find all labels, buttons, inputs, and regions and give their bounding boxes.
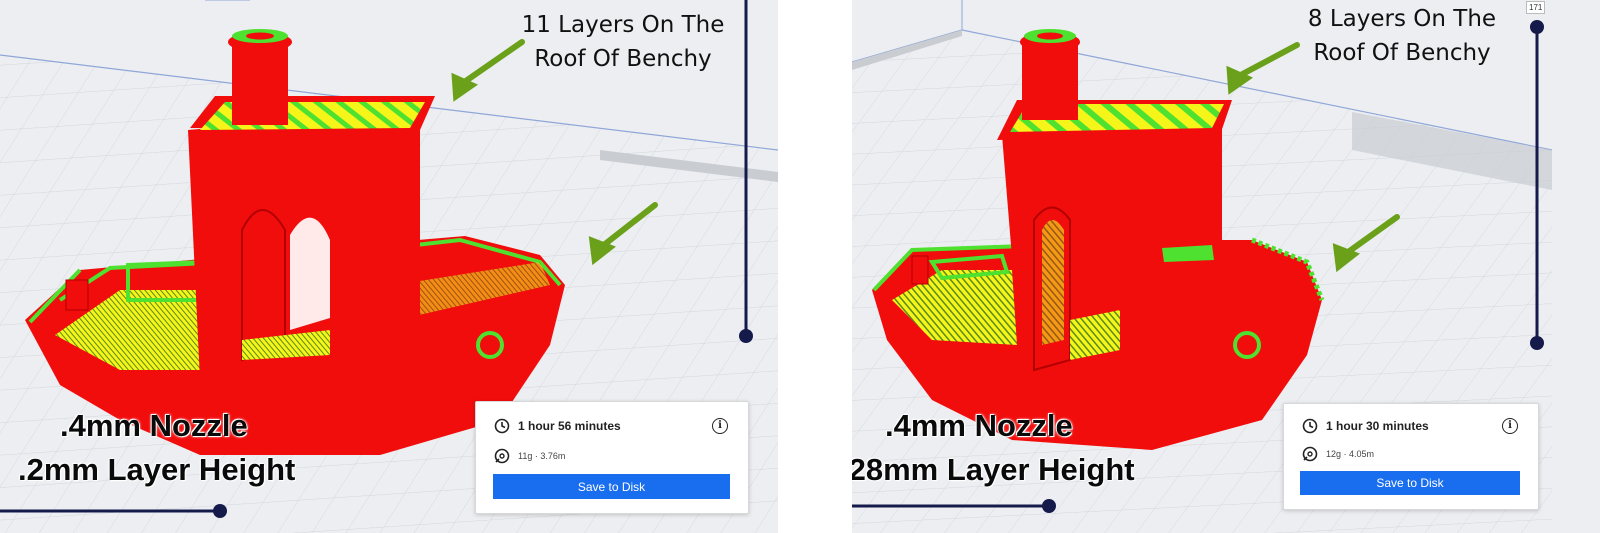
left-viewport[interactable]: 11 Layers On The Roof Of Benchy .4mm Noz… [0,0,778,533]
print-time: 1 hour 56 minutes [518,419,621,433]
callout-line-2: Roof Of Benchy [1313,40,1491,66]
right-viewport[interactable]: 171 8 Layers On The Roof Of Benchy .4mm … [852,0,1600,533]
filament-spool-icon [1302,446,1318,462]
nozzle-label: .4mm Nozzle [60,408,248,443]
settings-overlay: .4mm Nozzle .28mm Layer Height [852,404,1135,492]
callout-line-1: 11 Layers On The [521,12,725,38]
roof-layers-callout: 11 Layers On The Roof Of Benchy [518,8,728,76]
settings-overlay: .4mm Nozzle .2mm Layer Height [18,404,295,492]
nozzle-label: .4mm Nozzle [885,408,1073,443]
clock-icon [1302,418,1318,434]
save-to-disk-button[interactable]: Save to Disk [1300,471,1520,495]
clock-icon [494,418,510,434]
info-icon[interactable]: i [1502,418,1518,434]
material-row: 11g · 3.76m [494,448,565,464]
filament-spool-icon [494,448,510,464]
print-time: 1 hour 30 minutes [1326,419,1429,433]
print-time-row: 1 hour 56 minutes [494,418,621,434]
print-time-row: 1 hour 30 minutes [1302,418,1429,434]
layer-height-label: .2mm Layer Height [18,452,296,487]
layer-number-badge: 171 [1526,1,1546,14]
material-usage: 12g · 4.05m [1326,449,1375,459]
info-icon[interactable]: i [712,418,728,434]
callout-line-2: Roof Of Benchy [534,46,712,72]
print-summary-card: 1 hour 30 minutes i 12g · 4.05m Save to … [1283,403,1539,510]
layer-height-label: .28mm Layer Height [852,452,1135,487]
callout-line-1: 8 Layers On The [1307,6,1497,32]
material-usage: 11g · 3.76m [518,451,566,461]
print-summary-card: 1 hour 56 minutes i 11g · 3.76m Save to … [475,401,749,514]
material-row: 12g · 4.05m [1302,446,1374,462]
roof-layers-callout: 8 Layers On The Roof Of Benchy [1302,2,1502,70]
save-to-disk-button[interactable]: Save to Disk [493,474,730,499]
